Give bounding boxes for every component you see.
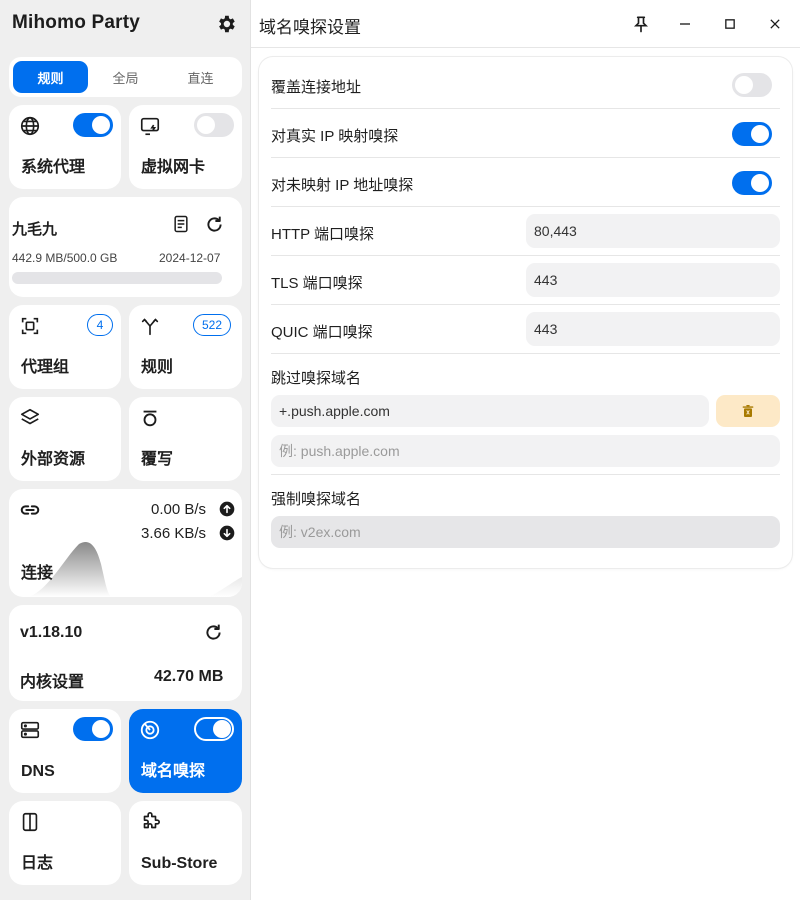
close-icon[interactable] <box>765 14 785 34</box>
puzzle-icon <box>143 812 160 829</box>
skip-domain-row: 跳过嗅探域名 +.push.apple.com 例: push.apple.co… <box>271 354 780 475</box>
subscription-expire: 2024-12-07 <box>159 251 221 265</box>
substore-card[interactable]: Sub-Store <box>129 801 242 885</box>
connections-label: 连接 <box>21 565 54 582</box>
network-card-icon <box>140 117 160 136</box>
override-dest-label: 覆盖连接地址 <box>271 79 362 96</box>
mode-rule-tab[interactable]: 规则 <box>13 61 88 93</box>
page-title: 域名嗅探设置 <box>259 18 361 37</box>
http-ports-label: HTTP 端口嗅探 <box>271 226 375 243</box>
resources-card[interactable]: 外部资源 <box>9 397 121 481</box>
radar-icon <box>140 720 160 740</box>
sidebar: Mihomo Party 规则 全局 直连 系统代理 虚拟网卡 九毛九 442.… <box>0 0 251 900</box>
proxy-groups-count: 4 <box>87 314 113 336</box>
tls-ports-label: TLS 端口嗅探 <box>271 275 363 292</box>
override-dest-row: 覆盖连接地址 <box>271 57 780 109</box>
override-label: 覆写 <box>141 451 174 468</box>
core-settings-label: 内核设置 <box>20 674 85 691</box>
subscription-usage: 442.9 MB/500.0 GB <box>12 251 118 265</box>
logs-card[interactable]: 日志 <box>9 801 121 885</box>
rules-count: 522 <box>193 314 232 336</box>
http-ports-input[interactable]: 80,443 <box>526 214 780 248</box>
trash-icon <box>742 405 754 417</box>
document-icon[interactable] <box>171 214 191 234</box>
sniffer-card[interactable]: 域名嗅探 <box>129 709 242 793</box>
sniffer-settings-panel: 覆盖连接地址 对真实 IP 映射嗅探 对未映射 IP 地址嗅探 HTTP 端口嗅… <box>259 57 792 568</box>
app-title: Mihomo Party <box>12 12 141 33</box>
globe-icon <box>20 116 40 136</box>
mode-switcher: 规则 全局 直连 <box>9 57 242 97</box>
sniff-unmapped-row: 对未映射 IP 地址嗅探 <box>271 158 780 207</box>
core-version: v1.18.10 <box>20 624 83 641</box>
maximize-icon[interactable] <box>720 14 740 34</box>
resources-label: 外部资源 <box>21 451 86 468</box>
core-refresh-icon[interactable] <box>203 622 224 643</box>
subscription-progress-bar <box>12 272 222 284</box>
scan-target-icon <box>21 317 39 335</box>
sniff-mapped-ip-label: 对真实 IP 映射嗅探 <box>271 128 399 145</box>
rules-card[interactable]: 522 规则 <box>129 305 242 389</box>
dns-label: DNS <box>21 763 55 780</box>
override-card[interactable]: 覆写 <box>129 397 242 481</box>
sniffer-toggle[interactable] <box>194 717 234 741</box>
settings-gear-icon[interactable] <box>215 13 237 35</box>
sniff-unmapped-toggle[interactable] <box>732 171 772 195</box>
mode-global-tab[interactable]: 全局 <box>88 61 163 93</box>
sniffer-label: 域名嗅探 <box>141 763 206 780</box>
proxy-groups-label: 代理组 <box>21 359 70 376</box>
quic-ports-input[interactable]: 443 <box>526 312 780 346</box>
sniff-mapped-ip-row: 对真实 IP 映射嗅探 <box>271 109 780 158</box>
force-domain-label: 强制嗅探域名 <box>271 491 362 508</box>
sysproxy-toggle[interactable] <box>73 113 113 137</box>
force-domain-row: 强制嗅探域名 例: v2ex.com <box>271 475 780 555</box>
sysproxy-card[interactable]: 系统代理 <box>9 105 121 189</box>
tun-toggle[interactable] <box>194 113 234 137</box>
tun-card[interactable]: 虚拟网卡 <box>129 105 242 189</box>
book-icon <box>22 812 38 832</box>
main-panel: 域名嗅探设置 覆盖连接地址 对真实 IP 映射嗅探 对未映射 IP 地址嗅探 H… <box>251 0 800 900</box>
minimize-icon[interactable] <box>675 14 695 34</box>
proxy-groups-card[interactable]: 4 代理组 <box>9 305 121 389</box>
force-domain-new-input[interactable]: 例: v2ex.com <box>271 516 780 548</box>
override-icon <box>143 410 157 427</box>
quic-ports-row: QUIC 端口嗅探 443 <box>271 305 780 354</box>
substore-label: Sub-Store <box>141 855 218 872</box>
core-card[interactable]: v1.18.10 内核设置 42.70 MB <box>9 605 242 701</box>
sniff-mapped-ip-toggle[interactable] <box>732 122 772 146</box>
tls-ports-input[interactable]: 443 <box>526 263 780 297</box>
fork-icon <box>141 318 159 336</box>
server-icon <box>20 721 40 739</box>
delete-button[interactable] <box>716 395 780 427</box>
pin-icon[interactable] <box>631 14 651 34</box>
refresh-icon[interactable] <box>204 214 225 235</box>
skip-domain-item-input[interactable]: +.push.apple.com <box>271 395 709 427</box>
subscription-name: 九毛九 <box>12 221 58 238</box>
http-ports-row: HTTP 端口嗅探 80,443 <box>271 207 780 256</box>
core-memory: 42.70 MB <box>154 668 224 685</box>
tls-ports-row: TLS 端口嗅探 443 <box>271 256 780 305</box>
layers-icon <box>20 408 40 425</box>
skip-domain-new-input[interactable]: 例: push.apple.com <box>271 435 780 467</box>
logs-label: 日志 <box>21 855 54 872</box>
skip-domain-label: 跳过嗅探域名 <box>271 370 362 387</box>
titlebar: 域名嗅探设置 <box>251 0 800 48</box>
quic-ports-label: QUIC 端口嗅探 <box>271 324 373 341</box>
connections-card[interactable]: 0.00 B/s 3.66 KB/s 连接 <box>9 489 242 597</box>
dns-card[interactable]: DNS <box>9 709 121 793</box>
dns-toggle[interactable] <box>73 717 113 741</box>
sysproxy-label: 系统代理 <box>21 159 86 176</box>
rules-label: 规则 <box>141 359 174 376</box>
mode-direct-tab[interactable]: 直连 <box>163 61 238 93</box>
tun-label: 虚拟网卡 <box>141 159 206 176</box>
sniff-unmapped-label: 对未映射 IP 地址嗅探 <box>271 177 414 194</box>
override-dest-toggle[interactable] <box>732 73 772 97</box>
